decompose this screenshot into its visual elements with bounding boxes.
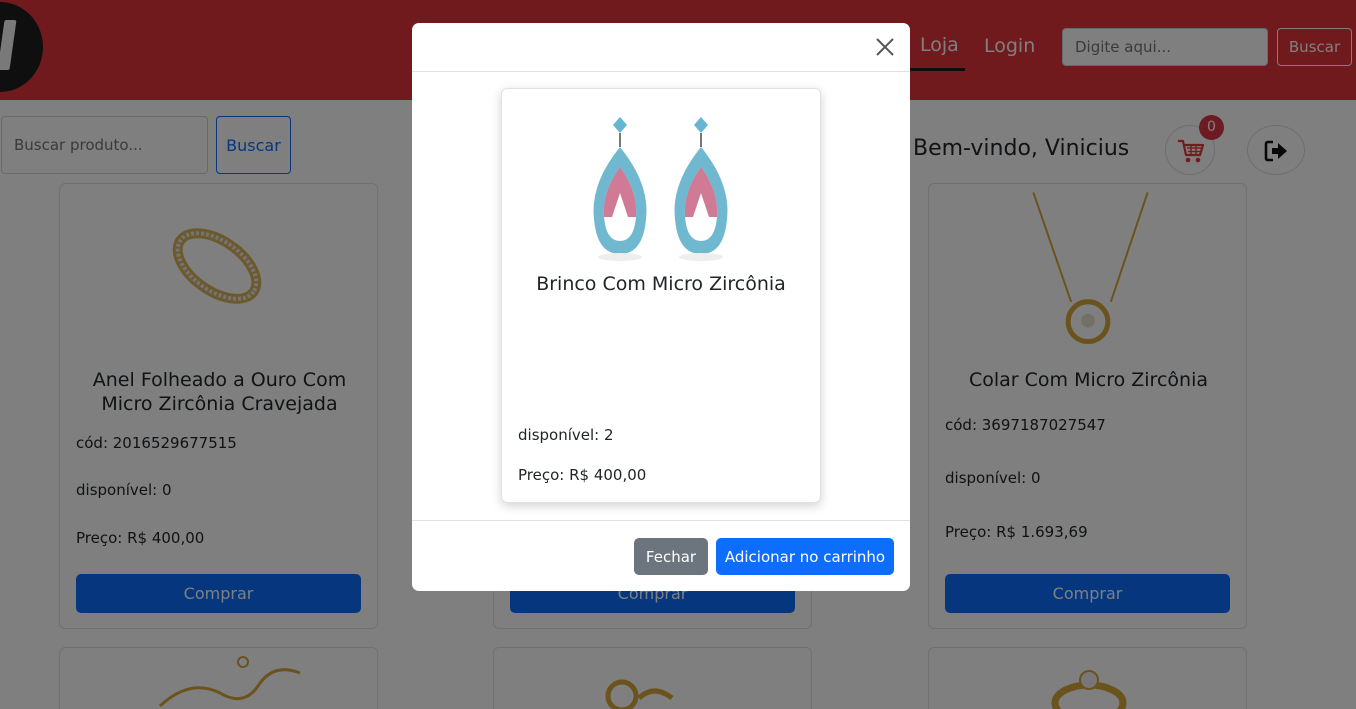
- modal-product-card: Brinco Com Micro Zircônia disponível: 2 …: [501, 88, 821, 503]
- product-image: [593, 117, 728, 261]
- modal-product-price: Preço: R$ 400,00: [518, 466, 647, 484]
- modal-header: [412, 23, 910, 72]
- modal-product-stock: disponível: 2: [518, 426, 614, 444]
- modal-close-button[interactable]: [874, 36, 896, 58]
- add-to-cart-button[interactable]: Adicionar no carrinho: [716, 538, 894, 575]
- product-modal: Brinco Com Micro Zircônia disponível: 2 …: [412, 23, 910, 591]
- close-icon: [876, 38, 894, 56]
- modal-footer: Fechar Adicionar no carrinho: [412, 520, 910, 591]
- modal-product-title: Brinco Com Micro Zircônia: [536, 273, 786, 295]
- modal-close-footer-button[interactable]: Fechar: [634, 538, 708, 575]
